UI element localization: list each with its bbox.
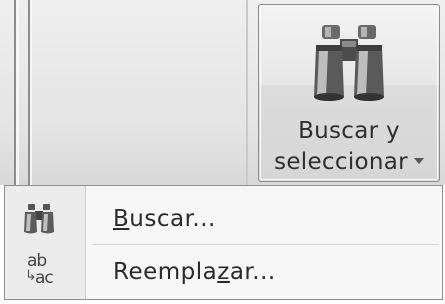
menu-item-find-accelerator: B <box>113 206 130 232</box>
find-select-label-line1: Buscar y <box>298 118 400 144</box>
menu-separator <box>93 244 439 245</box>
group-separator <box>246 0 248 185</box>
chevron-down-icon <box>413 157 424 164</box>
menu-item-find[interactable]: Buscar... <box>5 194 442 244</box>
menu-item-replace[interactable]: ab ↳ ac Reemplazar... <box>5 247 442 297</box>
binoculars-icon <box>314 25 384 101</box>
ribbon-edge-light <box>30 0 32 185</box>
menu-item-replace-label-pre: Reempla <box>113 259 218 285</box>
menu-item-replace-label-post: ar... <box>229 259 276 285</box>
replace-ab-ac-icon: ab ↳ ac <box>25 251 54 288</box>
ribbon-edge-light <box>16 0 19 185</box>
find-select-label-line2: seleccionar <box>259 148 439 176</box>
app-frame: Buscar y seleccionar Buscar... ab ↳ ac R… <box>0 0 445 304</box>
find-select-label-line2-text: seleccionar <box>274 149 408 175</box>
menu-item-replace-label: Reemplazar... <box>113 255 276 289</box>
find-and-select-button[interactable]: Buscar y seleccionar <box>258 4 440 182</box>
menu-item-replace-accelerator: z <box>217 259 230 285</box>
ribbon-group-editing: Buscar y seleccionar <box>0 0 445 185</box>
menu-item-find-label: Buscar... <box>113 202 216 236</box>
binoculars-icon <box>24 204 54 234</box>
menu-item-find-label-rest: uscar... <box>129 206 216 232</box>
find-select-dropdown-menu: Buscar... ab ↳ ac Reemplazar... <box>4 185 443 300</box>
